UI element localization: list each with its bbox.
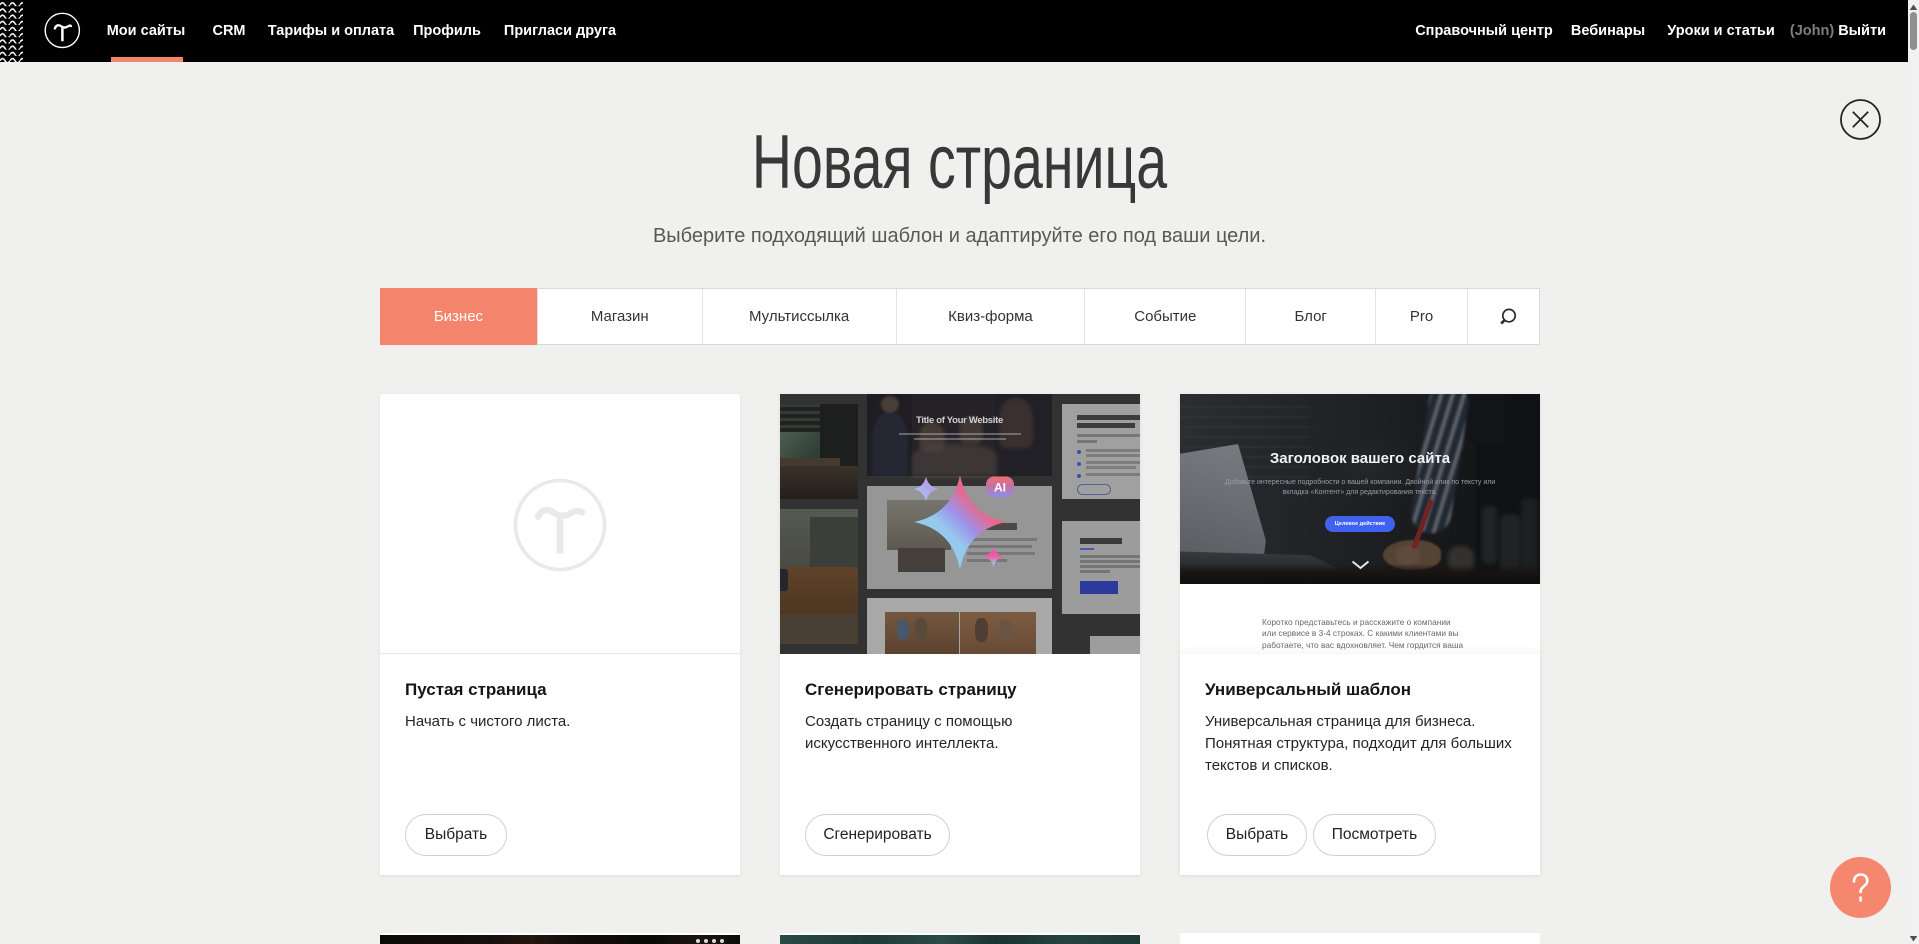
svg-text:AI: AI bbox=[994, 481, 1006, 495]
